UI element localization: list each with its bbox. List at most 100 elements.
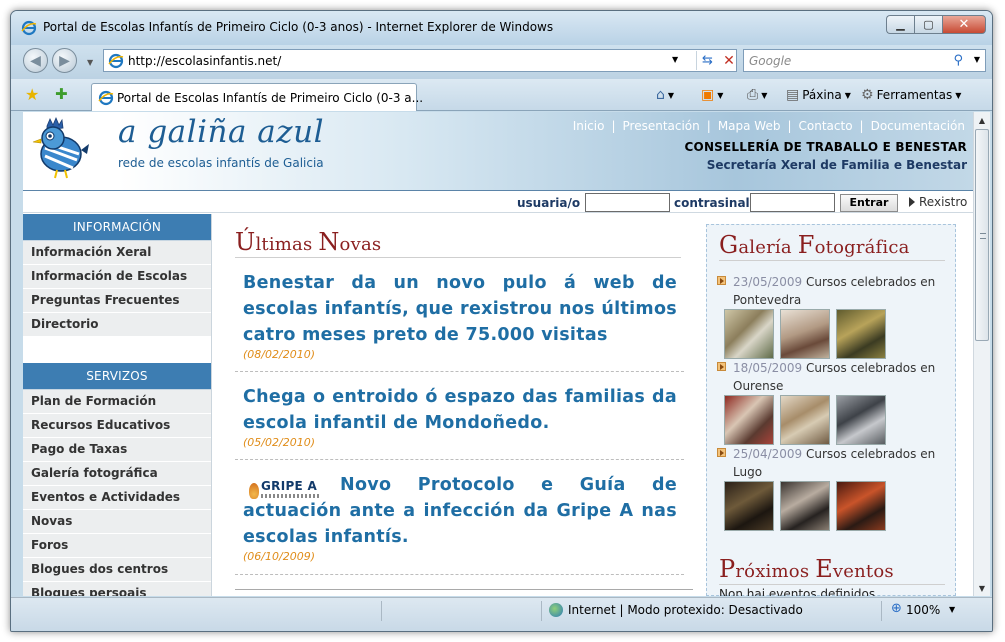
news-separator	[235, 371, 684, 372]
home-button[interactable]: ⌂ ▼	[656, 87, 674, 103]
sidebar-item-galeria-fotografica[interactable]: Galería fotográfica	[23, 462, 211, 486]
gallery-item-caption[interactable]: 25/04/2009 Cursos celebrados en Lugo	[733, 445, 949, 481]
news-column: Últimas Novas Benestar da un novo pulo á…	[223, 214, 693, 596]
news-item[interactable]: Benestar da un novo pulo á web de escola…	[243, 270, 677, 361]
gear-icon: ⚙	[861, 87, 874, 103]
status-divider	[541, 601, 542, 621]
feeds-dropdown-icon[interactable]: ▼	[717, 91, 723, 100]
sidebar-item-novas[interactable]: Novas	[23, 510, 211, 534]
history-dropdown-icon[interactable]: ▼	[87, 58, 93, 67]
sidebar-item-informacion-xeral[interactable]: Información Xeral	[23, 241, 211, 265]
refresh-icon: ⇆	[702, 53, 713, 68]
search-icon[interactable]: ⚲	[953, 53, 963, 68]
photo-thumbnail[interactable]	[724, 309, 774, 359]
maximize-button[interactable]: ▢	[914, 15, 942, 34]
sidebar-item-blogues-persoais[interactable]: Blogues persoais	[23, 582, 211, 596]
print-button[interactable]: ⎙ ▼	[747, 87, 767, 103]
close-button[interactable]: ✕	[942, 15, 986, 34]
nav-link-documentacion[interactable]: Documentación	[871, 119, 965, 133]
bullet-arrow-icon	[717, 276, 726, 285]
sidebar-item-pago-taxas[interactable]: Pago de Taxas	[23, 438, 211, 462]
security-zone-text[interactable]: Internet | Modo protexido: Desactivado	[568, 603, 803, 617]
photo-thumbnail[interactable]	[780, 309, 830, 359]
status-divider	[881, 601, 882, 621]
nav-link-inicio[interactable]: Inicio	[573, 119, 605, 133]
photo-thumbnail[interactable]	[836, 309, 886, 359]
favorites-star-icon[interactable]: ★	[25, 85, 39, 104]
photo-thumbnail[interactable]	[724, 481, 774, 531]
tab-active[interactable]: Portal de Escolas Infantís de Primeiro C…	[91, 83, 423, 111]
sidebar-item-eventos-actividades[interactable]: Eventos e Actividades	[23, 486, 211, 510]
photo-thumbnail[interactable]	[724, 395, 774, 445]
photo-thumbnail[interactable]	[836, 395, 886, 445]
navigation-bar: ◀ ▶ ▼ http://escolasinfantis.net/ ▼ ⇆ ✕ …	[11, 45, 992, 79]
register-link[interactable]: Rexistro	[909, 195, 967, 209]
photo-thumbnail[interactable]	[780, 481, 830, 531]
site-header: a galiña azul rede de escolas infantís d…	[23, 112, 973, 190]
username-field[interactable]	[585, 193, 670, 212]
zoom-level[interactable]: 100%	[906, 603, 940, 617]
page-menu-button[interactable]: ▤ Páxina ▼	[786, 87, 851, 103]
ie-page-icon	[108, 53, 124, 69]
gallery-item-caption[interactable]: 18/05/2009 Cursos celebrados en Ourense	[733, 359, 949, 395]
sidebar-item-informacion-escolas[interactable]: Información de Escolas	[23, 265, 211, 289]
minimize-button[interactable]: ▁	[886, 15, 914, 34]
back-button[interactable]: ◀	[23, 48, 48, 73]
photo-thumbnail[interactable]	[780, 395, 830, 445]
window-title: Portal de Escolas Infantís de Primeiro C…	[43, 20, 554, 34]
news-separator	[235, 459, 684, 460]
print-dropdown-icon[interactable]: ▼	[761, 91, 767, 100]
home-dropdown-icon[interactable]: ▼	[668, 91, 674, 100]
sidebar-item-directorio[interactable]: Directorio	[23, 313, 211, 337]
sidebar-item-plan-formacion[interactable]: Plan de Formación	[23, 390, 211, 414]
search-options-dropdown-icon[interactable]: ▼	[974, 55, 980, 64]
site-logo-title[interactable]: a galiña azul	[118, 114, 324, 150]
stop-button[interactable]: ✕	[720, 51, 738, 70]
title-text: róximos	[735, 561, 816, 582]
nav-link-contacto[interactable]: Contacto	[799, 119, 853, 133]
gallery-item-caption[interactable]: 23/05/2009 Cursos celebrados en Ponteved…	[733, 273, 949, 309]
scroll-thumb[interactable]	[975, 129, 989, 341]
add-favorite-icon[interactable]: ✚	[55, 85, 68, 103]
password-field[interactable]	[750, 193, 835, 212]
column-divider	[211, 214, 212, 596]
zoom-dropdown-icon[interactable]: ▼	[949, 605, 955, 614]
page-menu-dropdown-icon: ▼	[844, 90, 851, 100]
login-button[interactable]: Entrar	[840, 194, 898, 212]
events-empty-message: Non hai eventos definidos	[719, 587, 876, 596]
gallery-item-date: 18/05/2009	[733, 361, 803, 375]
nav-link-mapa-web[interactable]: Mapa Web	[718, 119, 781, 133]
address-dropdown-icon[interactable]: ▼	[672, 55, 678, 64]
search-box[interactable]: Google ⚲ ▼	[743, 49, 986, 72]
zoom-magnifier-icon[interactable]: ⊕	[891, 601, 902, 616]
news-item[interactable]: Chega o entroido ó espazo das familias d…	[243, 384, 677, 449]
scroll-down-icon[interactable]: ▼	[974, 580, 990, 596]
title-text: ventos	[832, 561, 894, 582]
status-divider	[381, 601, 382, 621]
top-navigation: Inicio | Presentación | Mapa Web | Contacto…	[573, 119, 965, 133]
photo-thumbnail[interactable]	[836, 481, 886, 531]
username-label: usuaria/o	[517, 196, 581, 210]
address-url[interactable]: http://escolasinfantis.net/	[128, 54, 281, 68]
sidebar-item-blogues-centros[interactable]: Blogues dos centros	[23, 558, 211, 582]
tools-menu-button[interactable]: ⚙ Ferramentas ▼	[861, 87, 961, 103]
sidebar-item-recursos-educativos[interactable]: Recursos Educativos	[23, 414, 211, 438]
tab-label: Portal de Escolas Infantís de Primeiro C…	[117, 91, 424, 105]
blue-hen-logo-icon[interactable]	[29, 116, 93, 180]
register-label: Rexistro	[919, 195, 968, 209]
scroll-up-icon[interactable]: ▲	[974, 112, 990, 128]
news-item[interactable]: Novo Protocolo e Guía de actuación ante …	[243, 472, 677, 563]
forward-button[interactable]: ▶	[52, 48, 77, 73]
vertical-scrollbar[interactable]: ▲ ▼	[973, 112, 990, 596]
search-input[interactable]: Google	[749, 54, 791, 68]
news-headline[interactable]: Benestar da un novo pulo á web de escola…	[243, 270, 677, 348]
refresh-button[interactable]: ⇆	[696, 51, 718, 70]
news-headline[interactable]: Chega o entroido ó espazo das familias d…	[243, 384, 677, 436]
sidebar-item-preguntas-frecuentes[interactable]: Preguntas Frecuentes	[23, 289, 211, 313]
address-bar[interactable]: http://escolasinfantis.net/ ▼ ⇆ ✕	[103, 49, 737, 72]
nav-link-presentacion[interactable]: Presentación	[623, 119, 700, 133]
sidebar-item-foros[interactable]: Foros	[23, 534, 211, 558]
feeds-button[interactable]: ▣ ▼	[701, 87, 723, 103]
news-headline[interactable]: Novo Protocolo e Guía de actuación ante …	[243, 472, 677, 550]
gallery-thumbnails	[724, 309, 886, 359]
